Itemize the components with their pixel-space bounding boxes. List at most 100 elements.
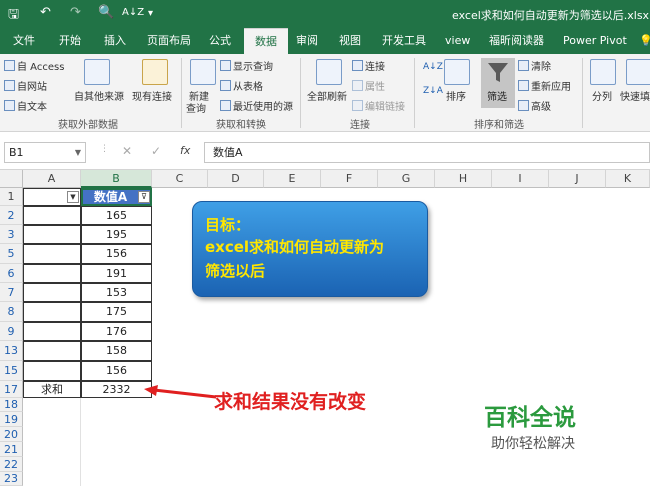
customize-qat-icon[interactable]: ▾ (148, 8, 153, 19)
cell-b-value[interactable]: 165 (81, 206, 152, 225)
properties-button[interactable]: 属性 (352, 78, 385, 93)
cell-b-value[interactable]: 156 (81, 244, 152, 264)
tab-developer[interactable]: 开发工具 (377, 28, 431, 54)
tab-view[interactable]: 视图 (334, 28, 366, 54)
tab-insert[interactable]: 插入 (99, 28, 131, 54)
cell-a[interactable] (23, 341, 81, 361)
reapply-button[interactable]: 重新应用 (518, 78, 571, 93)
select-all-corner[interactable] (0, 170, 23, 188)
cell-a[interactable] (23, 264, 81, 283)
tab-view-en[interactable]: view (440, 28, 475, 54)
column-header-g[interactable]: G (378, 170, 435, 188)
from-access-button[interactable]: 自 Access (4, 58, 64, 73)
refresh-all-button[interactable]: 全部刷新 (307, 88, 347, 103)
cell-a[interactable] (23, 302, 81, 322)
row-header[interactable]: 7 (0, 283, 23, 302)
undo-icon[interactable]: ↶ (40, 5, 51, 20)
row-header[interactable]: 13 (0, 341, 23, 361)
save-icon[interactable]: 🖫 (8, 5, 19, 27)
text-to-columns-icon (590, 59, 616, 85)
row-header[interactable]: 23 (0, 472, 23, 486)
row-header[interactable]: 8 (0, 302, 23, 322)
clear-filter-button[interactable]: 清除 (518, 58, 551, 73)
column-header-f[interactable]: F (321, 170, 378, 188)
insert-function-icon[interactable]: fx (180, 144, 190, 157)
chevron-down-icon[interactable]: ▼ (75, 143, 81, 162)
column-header-j[interactable]: J (549, 170, 606, 188)
cell-a[interactable] (23, 283, 81, 302)
tab-review[interactable]: 审阅 (291, 28, 323, 54)
name-box[interactable]: B1 ▼ (4, 142, 86, 163)
row-header[interactable]: 22 (0, 457, 23, 472)
from-web-button[interactable]: 自网站 (4, 78, 47, 93)
cell-a[interactable] (23, 206, 81, 225)
tab-formulas[interactable]: 公式 (204, 28, 236, 54)
print-preview-icon[interactable]: 🔍 (98, 5, 114, 20)
row-header[interactable]: 19 (0, 412, 23, 427)
row-header[interactable]: 18 (0, 398, 23, 412)
cell-b-value[interactable]: 175 (81, 302, 152, 322)
text-file-icon (4, 100, 15, 111)
tab-foxit-reader[interactable]: 福昕阅读器 (484, 28, 549, 54)
cell-b-value[interactable]: 176 (81, 322, 152, 341)
from-table-button[interactable]: 从表格 (220, 78, 263, 93)
advanced-filter-button[interactable]: 高级 (518, 98, 551, 113)
row-header[interactable]: 21 (0, 442, 23, 457)
row-header[interactable]: 17 (0, 381, 23, 398)
filter-active-icon[interactable]: ⊽ (138, 191, 150, 203)
column-header-b[interactable]: B (81, 170, 152, 188)
show-queries-button[interactable]: 显示查询 (220, 58, 273, 73)
lightbulb-icon[interactable]: 💡 (634, 28, 650, 54)
properties-icon (352, 80, 363, 91)
cell-b-value[interactable]: 158 (81, 341, 152, 361)
cell-a[interactable] (23, 244, 81, 264)
row-header[interactable]: 20 (0, 427, 23, 442)
access-icon (4, 60, 15, 71)
sort-button[interactable]: 排序 (446, 88, 466, 103)
tab-data[interactable]: 数据 (244, 28, 288, 54)
row-header[interactable]: 15 (0, 361, 23, 381)
cell-b-value[interactable]: 195 (81, 225, 152, 244)
column-header-e[interactable]: E (264, 170, 321, 188)
cell-sum-label[interactable]: 求和 (23, 381, 81, 398)
edit-links-button[interactable]: 编辑链接 (352, 98, 405, 113)
from-text-button[interactable]: 自文本 (4, 98, 47, 113)
cell-a[interactable] (23, 322, 81, 341)
column-header-a[interactable]: A (23, 170, 81, 188)
existing-connections-button[interactable]: 现有连接 (132, 88, 172, 103)
cell-a[interactable] (23, 225, 81, 244)
sort-ascending-button[interactable]: A↓Z (423, 62, 443, 72)
flash-fill-button[interactable]: 快速填 (620, 88, 650, 103)
row-header[interactable]: 1 (0, 188, 23, 206)
row-header[interactable]: 5 (0, 244, 23, 264)
formula-input[interactable]: 数值A (204, 142, 650, 163)
recent-sources-button[interactable]: 最近使用的源 (220, 98, 293, 113)
filter-dropdown-icon[interactable]: ▼ (67, 191, 79, 203)
text-to-columns-button[interactable]: 分列 (592, 88, 612, 103)
other-sources-button[interactable]: 自其他来源 (74, 88, 124, 103)
redo-icon[interactable]: ↷ (70, 5, 81, 20)
row-header[interactable]: 9 (0, 322, 23, 341)
cell-b-value[interactable]: 156 (81, 361, 152, 381)
enter-icon[interactable]: ✓ (151, 144, 161, 158)
connections-button[interactable]: 连接 (352, 58, 385, 73)
cell-a[interactable] (23, 361, 81, 381)
row-header[interactable]: 2 (0, 206, 23, 225)
tab-home[interactable]: 开始 (54, 28, 86, 54)
tab-power-pivot[interactable]: Power Pivot (558, 28, 632, 54)
cell-b-value[interactable]: 153 (81, 283, 152, 302)
column-header-h[interactable]: H (435, 170, 492, 188)
sort-quick-icon[interactable]: A↓Z (122, 7, 144, 18)
column-header-d[interactable]: D (208, 170, 264, 188)
cancel-icon[interactable]: ✕ (122, 144, 132, 158)
row-header[interactable]: 3 (0, 225, 23, 244)
column-header-k[interactable]: K (606, 170, 650, 188)
row-header[interactable]: 6 (0, 264, 23, 283)
sort-descending-button[interactable]: Z↓A (423, 86, 443, 96)
column-header-c[interactable]: C (152, 170, 208, 188)
tab-file[interactable]: 文件 (8, 28, 40, 54)
tab-page-layout[interactable]: 页面布局 (142, 28, 196, 54)
column-header-i[interactable]: I (492, 170, 549, 188)
filter-button[interactable]: 筛选 (481, 58, 515, 108)
cell-b-value[interactable]: 191 (81, 264, 152, 283)
